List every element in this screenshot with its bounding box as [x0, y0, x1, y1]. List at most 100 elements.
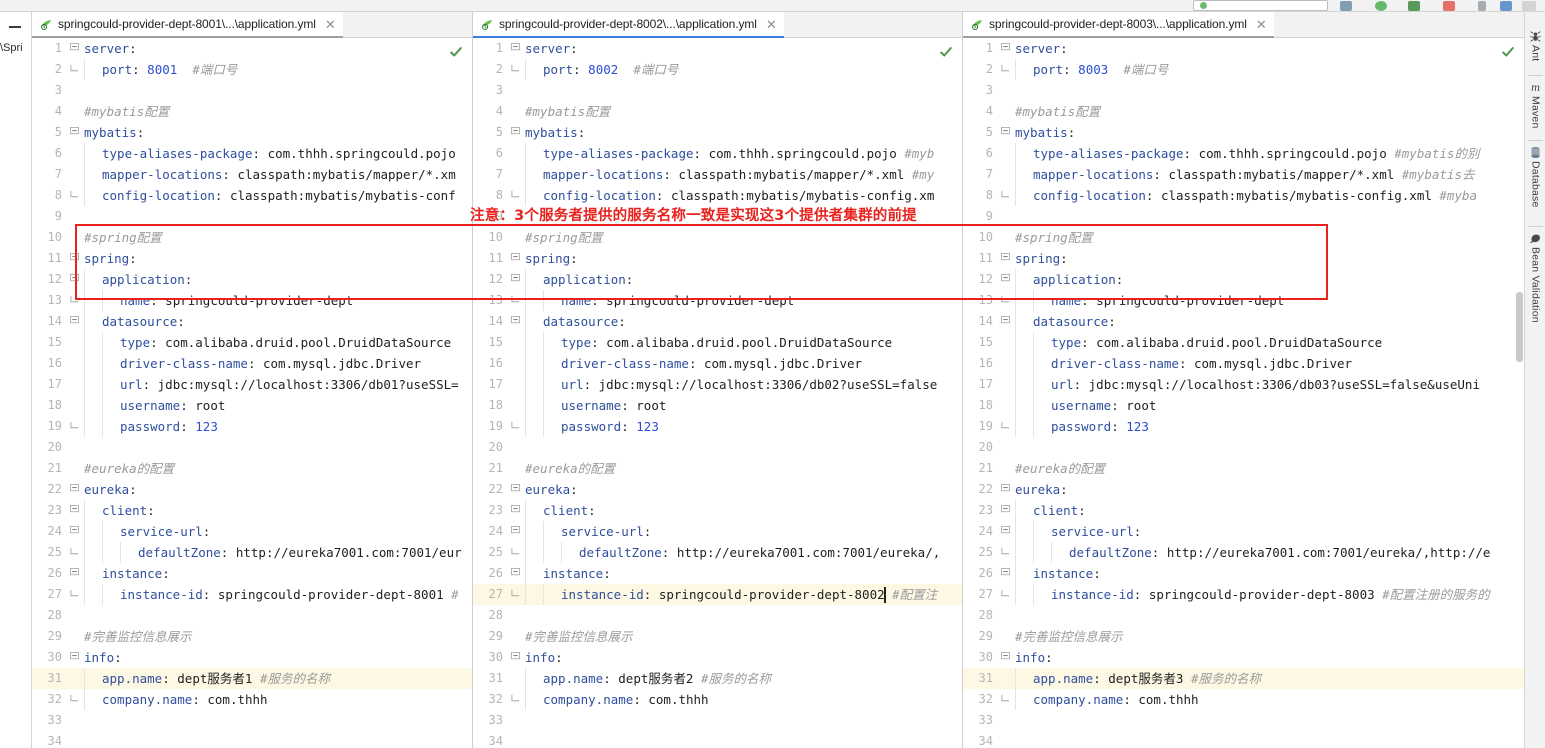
fold-end-icon[interactable] — [511, 589, 520, 598]
code-line[interactable]: 5mybatis: — [32, 122, 472, 143]
code-line[interactable]: 22eureka: — [32, 479, 472, 500]
code-line[interactable]: 16driver-class-name: com.mysql.jdbc.Driv… — [473, 353, 962, 374]
code-line[interactable]: 19password: 123 — [473, 416, 962, 437]
code-line[interactable]: 4#mybatis配置 — [963, 101, 1524, 122]
editor-pane-8001[interactable]: springcould-provider-dept-8001\...\appli… — [32, 12, 472, 748]
fold-end-icon[interactable] — [511, 421, 520, 430]
fold-collapse-icon[interactable] — [1001, 652, 1010, 661]
layout-icon[interactable] — [1500, 1, 1512, 11]
code-line[interactable]: 33 — [32, 710, 472, 731]
fold-collapse-icon[interactable] — [1001, 505, 1010, 514]
code-line[interactable]: 11spring: — [32, 248, 472, 269]
sidebar-item-maven[interactable]: mMaven — [1525, 81, 1545, 129]
close-icon[interactable]: ✕ — [1256, 18, 1267, 31]
code-line[interactable]: 25defaultZone: http://eureka7001.com:700… — [32, 542, 472, 563]
fold-end-icon[interactable] — [70, 190, 79, 199]
run-icon[interactable] — [1375, 1, 1387, 11]
code-line[interactable]: 21#eureka的配置 — [32, 458, 472, 479]
fold-collapse-icon[interactable] — [70, 484, 79, 493]
code-line[interactable]: 5mybatis: — [473, 122, 962, 143]
code-line[interactable]: 2port: 8001 #端口号 — [32, 59, 472, 80]
fold-collapse-icon[interactable] — [70, 505, 79, 514]
code-line[interactable]: 4#mybatis配置 — [32, 101, 472, 122]
minimize-button[interactable] — [6, 18, 24, 34]
fold-collapse-icon[interactable] — [1001, 568, 1010, 577]
fold-collapse-icon[interactable] — [511, 316, 520, 325]
settings-icon[interactable] — [1522, 1, 1536, 11]
fold-end-icon[interactable] — [511, 295, 520, 304]
fold-end-icon[interactable] — [70, 421, 79, 430]
code-line[interactable]: 29#完善监控信息展示 — [473, 626, 962, 647]
run-configuration-selector[interactable] — [1193, 0, 1328, 11]
code-line[interactable]: 24service-url: — [473, 521, 962, 542]
code-line[interactable]: 24service-url: — [32, 521, 472, 542]
code-area[interactable]: 1server:2port: 8001 #端口号34#mybatis配置5myb… — [32, 38, 472, 748]
code-line[interactable]: 28 — [963, 605, 1524, 626]
code-line[interactable]: 34 — [473, 731, 962, 748]
code-line[interactable]: 18username: root — [473, 395, 962, 416]
fold-end-icon[interactable] — [511, 190, 520, 199]
fold-end-icon[interactable] — [1001, 64, 1010, 73]
code-line[interactable]: 33 — [963, 710, 1524, 731]
code-line[interactable]: 25defaultZone: http://eureka7001.com:700… — [963, 542, 1524, 563]
code-line[interactable]: 26instance: — [963, 563, 1524, 584]
code-line[interactable]: 17url: jdbc:mysql://localhost:3306/db02?… — [473, 374, 962, 395]
code-line[interactable]: 8config-location: classpath:mybatis/myba… — [32, 185, 472, 206]
fold-collapse-icon[interactable] — [70, 652, 79, 661]
build-icon[interactable] — [1340, 1, 1352, 11]
code-line[interactable]: 10#spring配置 — [473, 227, 962, 248]
code-line[interactable]: 20 — [473, 437, 962, 458]
fold-end-icon[interactable] — [1001, 421, 1010, 430]
code-line[interactable]: 6type-aliases-package: com.thhh.springco… — [473, 143, 962, 164]
fold-collapse-icon[interactable] — [1001, 43, 1010, 52]
code-line[interactable]: 26instance: — [32, 563, 472, 584]
fold-collapse-icon[interactable] — [1001, 274, 1010, 283]
code-line[interactable]: 21#eureka的配置 — [963, 458, 1524, 479]
code-line[interactable]: 6type-aliases-package: com.thhh.springco… — [963, 143, 1524, 164]
code-line[interactable]: 2port: 8003 #端口号 — [963, 59, 1524, 80]
code-line[interactable]: 13name: springcould-provider-dept — [32, 290, 472, 311]
fold-collapse-icon[interactable] — [511, 274, 520, 283]
fold-end-icon[interactable] — [70, 694, 79, 703]
sidebar-item-ant[interactable]: Ant — [1525, 30, 1545, 61]
code-line[interactable]: 22eureka: — [473, 479, 962, 500]
stop-icon[interactable] — [1443, 1, 1455, 11]
code-line[interactable]: 15type: com.alibaba.druid.pool.DruidData… — [963, 332, 1524, 353]
code-line[interactable]: 32company.name: com.thhh — [963, 689, 1524, 710]
fold-collapse-icon[interactable] — [70, 43, 79, 52]
code-line[interactable]: 14datasource: — [473, 311, 962, 332]
code-line[interactable]: 3 — [473, 80, 962, 101]
code-line[interactable]: 9 — [32, 206, 472, 227]
close-icon[interactable]: ✕ — [325, 18, 336, 31]
fold-collapse-icon[interactable] — [511, 568, 520, 577]
fold-end-icon[interactable] — [1001, 694, 1010, 703]
code-line[interactable]: 11spring: — [473, 248, 962, 269]
code-line[interactable]: 14datasource: — [963, 311, 1524, 332]
code-line[interactable]: 16driver-class-name: com.mysql.jdbc.Driv… — [32, 353, 472, 374]
code-line[interactable]: 3 — [963, 80, 1524, 101]
fold-collapse-icon[interactable] — [1001, 316, 1010, 325]
code-line[interactable]: 10#spring配置 — [32, 227, 472, 248]
code-line[interactable]: 18username: root — [963, 395, 1524, 416]
fold-end-icon[interactable] — [70, 295, 79, 304]
code-line[interactable]: 12application: — [963, 269, 1524, 290]
code-line[interactable]: 32company.name: com.thhh — [473, 689, 962, 710]
code-line[interactable]: 9 — [963, 206, 1524, 227]
fold-collapse-icon[interactable] — [70, 568, 79, 577]
editor-tab[interactable]: springcould-provider-dept-8002\...\appli… — [473, 12, 784, 38]
code-line[interactable]: 28 — [32, 605, 472, 626]
code-line[interactable]: 31app.name: dept服务者3 #服务的名称 — [963, 668, 1524, 689]
code-line[interactable]: 1server: — [963, 38, 1524, 59]
search-icon[interactable] — [1478, 1, 1486, 11]
code-line[interactable]: 10#spring配置 — [963, 227, 1524, 248]
code-line[interactable]: 23client: — [32, 500, 472, 521]
inspection-ok-icon[interactable] — [939, 45, 953, 59]
code-line[interactable]: 34 — [963, 731, 1524, 748]
code-line[interactable]: 27instance-id: springcould-provider-dept… — [32, 584, 472, 605]
close-icon[interactable]: ✕ — [766, 18, 777, 31]
code-line[interactable]: 7mapper-locations: classpath:mybatis/map… — [32, 164, 472, 185]
code-line[interactable]: 15type: com.alibaba.druid.pool.DruidData… — [32, 332, 472, 353]
fold-collapse-icon[interactable] — [511, 127, 520, 136]
editor-pane-8003[interactable]: springcould-provider-dept-8003\...\appli… — [962, 12, 1524, 748]
code-area[interactable]: 1server:2port: 8002 #端口号34#mybatis配置5myb… — [473, 38, 962, 748]
